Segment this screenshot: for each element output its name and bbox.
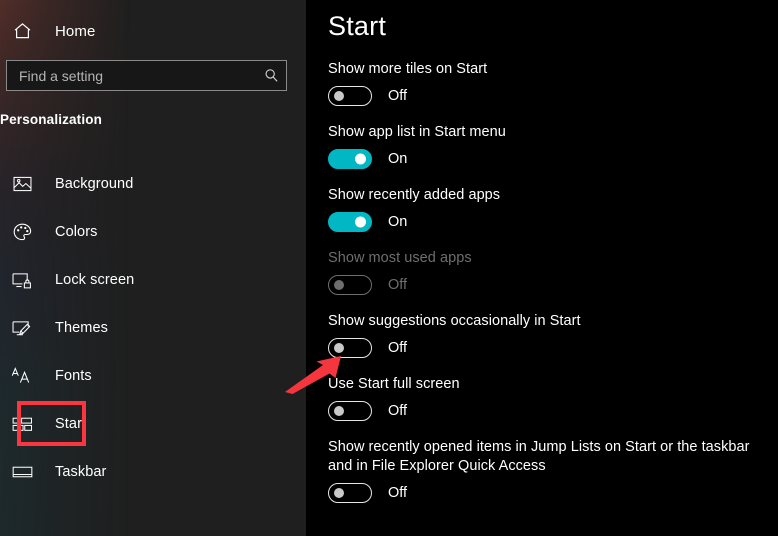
toggle-line: Off xyxy=(328,274,758,296)
setting-label: Show recently opened items in Jump Lists… xyxy=(328,439,750,474)
setting-label: Show app list in Start menu xyxy=(328,124,506,140)
main-content: Start Show more tiles on Start Off Show … xyxy=(306,0,778,536)
setting-row: Show suggestions occasionally in Start O… xyxy=(328,312,758,359)
toggle-knob xyxy=(334,488,344,498)
toggle-state-label: Off xyxy=(388,277,408,293)
toggle-state-label: On xyxy=(388,214,408,230)
toggle-show-more-tiles[interactable] xyxy=(328,86,372,106)
toggle-line: Off xyxy=(328,400,758,422)
sidebar-item-lock-screen[interactable]: Lock screen xyxy=(0,256,306,304)
sidebar-item-label: Background xyxy=(55,176,134,192)
toggle-line: Off xyxy=(328,85,758,107)
search-box[interactable] xyxy=(6,60,287,91)
palette-icon xyxy=(8,223,36,241)
sidebar-home-label: Home xyxy=(55,22,96,40)
sidebar-item-start[interactable]: Start xyxy=(0,400,306,448)
sidebar-item-label: Themes xyxy=(55,320,108,336)
toggle-line: Off xyxy=(328,482,758,504)
lock-screen-icon xyxy=(8,272,36,289)
settings-list: Show more tiles on Start Off Show app li… xyxy=(328,60,758,520)
toggle-state-label: Off xyxy=(388,340,408,356)
sidebar-category-label: Personalization xyxy=(0,112,103,127)
sidebar-item-background[interactable]: Background xyxy=(0,160,306,208)
toggle-state-label: On xyxy=(388,151,408,167)
toggle-show-jump-lists[interactable] xyxy=(328,483,372,503)
setting-label: Use Start full screen xyxy=(328,376,460,392)
fonts-aa-icon xyxy=(8,367,36,385)
toggle-knob xyxy=(355,153,366,165)
setting-row: Use Start full screen Off xyxy=(328,375,758,422)
taskbar-icon xyxy=(8,465,36,479)
settings-window: Home Personalization xyxy=(0,0,778,536)
setting-label: Show recently added apps xyxy=(328,187,501,203)
toggle-knob xyxy=(334,406,344,416)
setting-row: Show more tiles on Start Off xyxy=(328,60,758,107)
toggle-show-most-used-apps xyxy=(328,275,372,295)
toggle-use-start-full-screen[interactable] xyxy=(328,401,372,421)
setting-row: Show app list in Start menu On xyxy=(328,123,758,170)
toggle-state-label: Off xyxy=(388,485,408,501)
sidebar-item-label: Fonts xyxy=(55,368,92,384)
page-title: Start xyxy=(328,11,387,41)
sidebar-item-taskbar[interactable]: Taskbar xyxy=(0,448,306,496)
search-input[interactable] xyxy=(7,61,256,90)
sidebar-item-colors[interactable]: Colors xyxy=(0,208,306,256)
home-icon xyxy=(8,22,36,40)
setting-row: Show recently opened items in Jump Lists… xyxy=(328,438,758,504)
search-icon[interactable] xyxy=(256,61,286,90)
themes-brush-icon xyxy=(8,320,36,337)
toggle-show-app-list[interactable] xyxy=(328,149,372,169)
sidebar-item-fonts[interactable]: Fonts xyxy=(0,352,306,400)
toggle-knob xyxy=(334,343,344,353)
setting-row: Show most used apps Off xyxy=(328,249,758,296)
sidebar-nav-list: Background Colors Lock screen Themes Fon… xyxy=(0,160,306,496)
sidebar-item-label: Taskbar xyxy=(55,464,107,480)
toggle-line: Off xyxy=(328,337,758,359)
sidebar-item-label: Start xyxy=(55,416,87,432)
sidebar-item-home[interactable]: Home xyxy=(0,14,290,48)
setting-label: Show more tiles on Start xyxy=(328,61,488,77)
toggle-knob xyxy=(334,280,344,290)
toggle-line: On xyxy=(328,148,758,170)
setting-row: Show recently added apps On xyxy=(328,186,758,233)
setting-label: Show most used apps xyxy=(328,250,472,266)
sidebar-item-themes[interactable]: Themes xyxy=(0,304,306,352)
sidebar: Home Personalization xyxy=(0,0,306,536)
toggle-state-label: Off xyxy=(388,403,408,419)
picture-icon xyxy=(8,176,36,192)
sidebar-item-label: Lock screen xyxy=(55,272,135,288)
setting-label: Show suggestions occasionally in Start xyxy=(328,313,581,329)
toggle-line: On xyxy=(328,211,758,233)
sidebar-item-label: Colors xyxy=(55,224,98,240)
toggle-state-label: Off xyxy=(388,88,408,104)
toggle-knob xyxy=(334,91,344,101)
toggle-show-recently-added-apps[interactable] xyxy=(328,212,372,232)
toggle-knob xyxy=(355,216,366,228)
start-tiles-icon xyxy=(8,417,36,432)
toggle-show-suggestions[interactable] xyxy=(328,338,372,358)
